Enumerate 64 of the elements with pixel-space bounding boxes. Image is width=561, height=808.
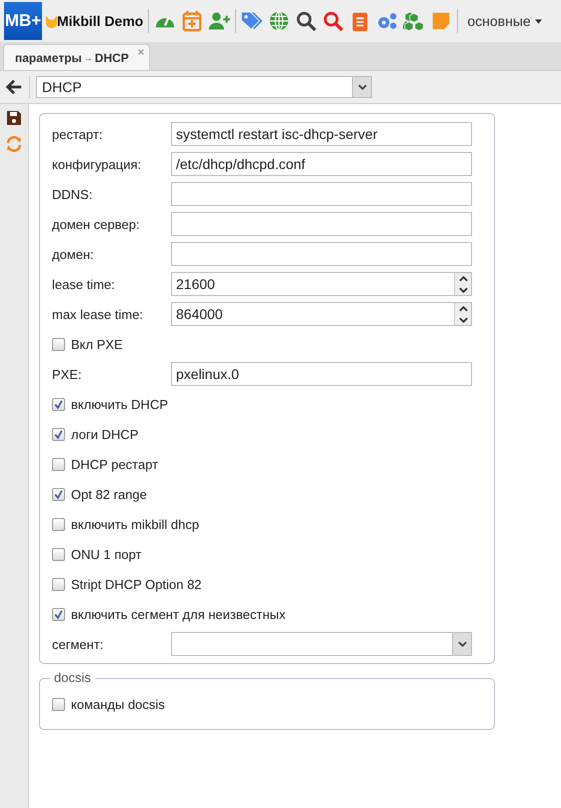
checkbox-label: Вкл PXE xyxy=(71,336,123,352)
checkbox-label: логи DHCP xyxy=(71,426,138,442)
input-field[interactable]: systemctl restart isc-dhcp-server xyxy=(171,122,472,146)
checkbox-label: Stript DHCP Option 82 xyxy=(71,576,202,592)
logo[interactable]: MB+ xyxy=(4,2,42,40)
tab[interactable]: параметры → DHCP xyxy=(3,44,150,70)
field-label: домен: xyxy=(52,246,95,262)
checkbox-label: DHCP рестарт xyxy=(71,456,158,472)
checkbox[interactable] xyxy=(52,518,65,530)
checkbox-label: включить сегмент для неизвестных xyxy=(71,606,286,622)
field-label: lease time: xyxy=(52,276,116,292)
caret-icon xyxy=(534,18,542,24)
checkbox-label: включить DHCP xyxy=(71,396,168,412)
note-icon[interactable] xyxy=(430,10,452,32)
segment-select[interactable] xyxy=(171,632,472,656)
save-icon[interactable] xyxy=(6,110,22,126)
search-icon[interactable] xyxy=(322,10,344,32)
checkbox[interactable] xyxy=(52,398,65,410)
caret-icon xyxy=(358,84,366,90)
checkbox[interactable] xyxy=(52,698,65,710)
back-arrow-icon[interactable] xyxy=(5,78,23,96)
close-icon[interactable] xyxy=(136,48,146,57)
cat-icon xyxy=(44,14,59,28)
cubes-icon[interactable] xyxy=(403,10,426,32)
spin-down-icon[interactable] xyxy=(458,316,468,322)
field-label: домен сервер: xyxy=(52,216,141,232)
checkbox[interactable] xyxy=(52,338,65,350)
input-field[interactable] xyxy=(171,242,472,266)
user-plus-icon[interactable] xyxy=(208,10,230,32)
input-field[interactable]: pxelinux.0 xyxy=(171,362,472,386)
section-legend: docsis xyxy=(50,670,95,685)
checkbox[interactable] xyxy=(52,488,65,500)
checkbox[interactable] xyxy=(52,428,65,440)
input-field[interactable]: /etc/dhcp/dhcpd.conf xyxy=(171,152,472,176)
field-label: PXE: xyxy=(52,366,83,382)
input-field[interactable] xyxy=(171,212,472,236)
input-field[interactable] xyxy=(171,182,472,206)
field-label: сегмент: xyxy=(52,636,104,652)
checkbox-label: команды docsis xyxy=(71,696,165,712)
checkbox[interactable] xyxy=(52,578,65,590)
spin-down-icon[interactable] xyxy=(458,286,468,292)
main-menu-button[interactable]: основные xyxy=(463,13,546,29)
search-icon[interactable] xyxy=(295,10,318,32)
spin-up-icon[interactable] xyxy=(458,306,468,312)
checkbox-label: ONU 1 порт xyxy=(71,546,142,562)
caret-icon xyxy=(458,641,466,647)
field-label: max lease time: xyxy=(52,306,144,322)
field-label: конфигурация: xyxy=(52,156,142,172)
globe-icon[interactable] xyxy=(268,10,290,32)
number-field[interactable]: 21600 xyxy=(171,272,472,296)
field-label: DDNS: xyxy=(52,186,94,202)
spin-up-icon[interactable] xyxy=(458,276,468,282)
number-field[interactable]: 864000 xyxy=(171,302,472,326)
field-label: рестарт: xyxy=(52,126,104,142)
checkbox-label: Opt 82 range xyxy=(71,486,147,502)
tags-icon[interactable] xyxy=(241,10,264,32)
checkbox[interactable] xyxy=(52,548,65,560)
calendar-plus-icon[interactable] xyxy=(181,10,204,32)
brand-name[interactable]: Mikbill Demo xyxy=(57,13,144,29)
checkbox[interactable] xyxy=(52,458,65,470)
checkbox-label: включить mikbill dhcp xyxy=(71,516,200,532)
page-select[interactable]: DHCP xyxy=(36,76,372,98)
checkbox[interactable] xyxy=(52,608,65,620)
refresh-icon[interactable] xyxy=(6,136,22,152)
